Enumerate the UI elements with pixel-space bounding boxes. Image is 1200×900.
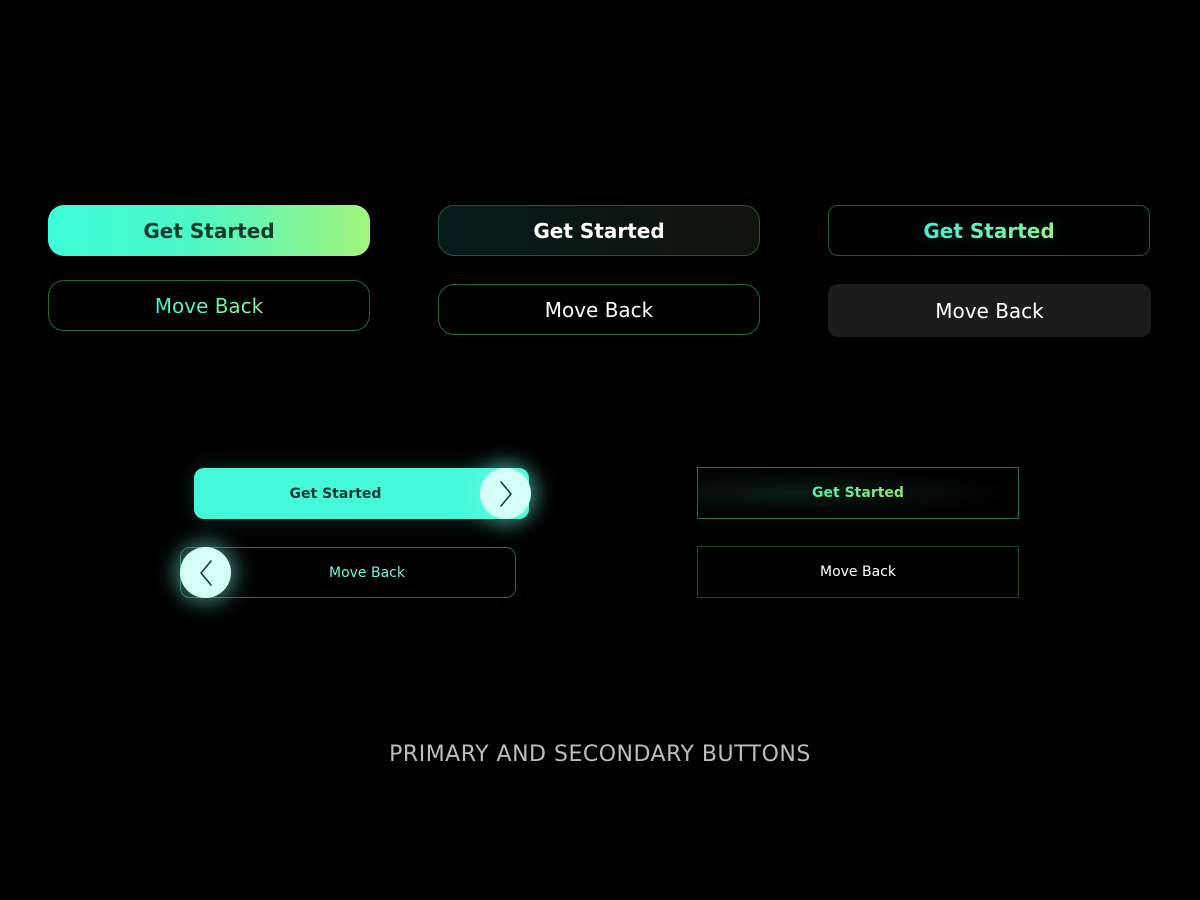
move-back-filled-button[interactable]: Move Back xyxy=(828,284,1151,337)
button-label: Get Started xyxy=(533,218,665,243)
get-started-glow-button[interactable]: Get Started xyxy=(828,205,1150,256)
button-label: Get Started xyxy=(812,485,904,501)
move-back-square-button[interactable]: Move Back xyxy=(697,546,1019,598)
page-caption: PRIMARY AND SECONDARY BUTTONS xyxy=(389,742,811,767)
button-label: Get Started xyxy=(289,485,382,502)
next-circle-button[interactable] xyxy=(480,468,531,519)
move-back-outline-button[interactable]: Move Back xyxy=(48,280,370,331)
get-started-square-button[interactable]: Get Started xyxy=(697,467,1019,519)
get-started-gradient-button[interactable]: Get Started xyxy=(48,205,370,256)
button-label: Get Started xyxy=(923,218,1055,243)
button-label: Move Back xyxy=(329,564,405,581)
button-label: Move Back xyxy=(820,564,896,580)
get-started-dark-button[interactable]: Get Started xyxy=(438,205,760,256)
back-circle-button[interactable] xyxy=(180,547,231,598)
button-label: Move Back xyxy=(935,298,1044,323)
button-label: Move Back xyxy=(154,293,264,318)
button-label: Move Back xyxy=(544,297,654,322)
chevron-left-icon xyxy=(199,559,212,586)
chevron-right-icon xyxy=(499,480,512,507)
button-label: Get Started xyxy=(143,218,275,243)
get-started-arrow-button[interactable]: Get Started xyxy=(194,468,529,519)
move-back-outline-button[interactable]: Move Back xyxy=(438,284,760,335)
